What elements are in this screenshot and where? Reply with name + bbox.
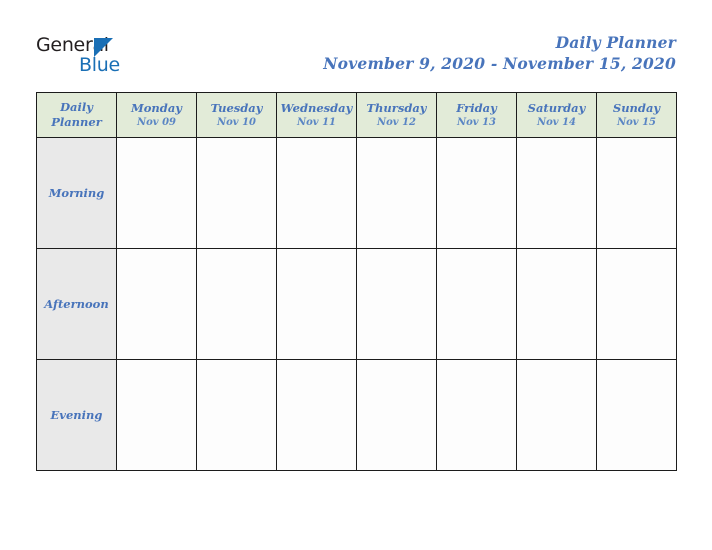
slot-label-evening: Evening: [36, 359, 117, 471]
day-name: Saturday: [527, 100, 586, 115]
slot-cell-morning-thursday[interactable]: [356, 137, 437, 249]
day-name: Sunday: [612, 100, 661, 115]
slot-cell-morning-saturday[interactable]: [516, 137, 597, 249]
slot-cell-afternoon-friday[interactable]: [436, 248, 517, 360]
table-header-row: Daily Planner Monday Nov 09 Tuesday Nov …: [36, 92, 677, 138]
day-header-wednesday: Wednesday Nov 11: [276, 92, 357, 138]
day-name: Thursday: [366, 100, 427, 115]
day-header-thursday: Thursday Nov 12: [356, 92, 437, 138]
day-date: Nov 11: [296, 116, 337, 128]
slot-cell-morning-monday[interactable]: [116, 137, 197, 249]
day-name: Tuesday: [210, 100, 263, 115]
slot-cell-afternoon-monday[interactable]: [116, 248, 197, 360]
day-header-saturday: Saturday Nov 14: [516, 92, 597, 138]
slot-cell-afternoon-sunday[interactable]: [596, 248, 677, 360]
slot-cell-afternoon-thursday[interactable]: [356, 248, 437, 360]
weekly-planner-table: Daily Planner Monday Nov 09 Tuesday Nov …: [36, 92, 677, 471]
slot-cell-morning-tuesday[interactable]: [196, 137, 277, 249]
table-row-morning: Morning: [36, 137, 677, 249]
day-name: Friday: [456, 100, 497, 115]
title-block: Daily Planner November 9, 2020 - Novembe…: [323, 32, 676, 74]
day-date: Nov 13: [456, 116, 497, 128]
day-date: Nov 09: [136, 116, 177, 128]
page-title: Daily Planner: [555, 33, 676, 52]
slot-cell-morning-wednesday[interactable]: [276, 137, 357, 249]
slot-cell-afternoon-wednesday[interactable]: [276, 248, 357, 360]
table-corner-cell: Daily Planner: [36, 92, 117, 138]
day-header-tuesday: Tuesday Nov 10: [196, 92, 277, 138]
slot-cell-afternoon-tuesday[interactable]: [196, 248, 277, 360]
slot-cell-evening-friday[interactable]: [436, 359, 517, 471]
page-header: General Blue Daily Planner November 9, 2…: [0, 0, 712, 88]
day-name: Wednesday: [280, 100, 353, 115]
slot-cell-morning-friday[interactable]: [436, 137, 517, 249]
day-date: Nov 15: [616, 116, 657, 128]
day-date: Nov 12: [376, 116, 417, 128]
slot-cell-evening-monday[interactable]: [116, 359, 197, 471]
day-date: Nov 10: [216, 116, 257, 128]
date-range: November 9, 2020 - November 15, 2020: [323, 54, 676, 73]
general-blue-logo: General Blue: [36, 36, 216, 80]
table-row-afternoon: Afternoon: [36, 248, 677, 360]
slot-cell-afternoon-saturday[interactable]: [516, 248, 597, 360]
slot-cell-evening-wednesday[interactable]: [276, 359, 357, 471]
logo-text-blue: Blue: [79, 54, 120, 76]
slot-cell-evening-tuesday[interactable]: [196, 359, 277, 471]
slot-label-afternoon: Afternoon: [36, 248, 117, 360]
day-name: Monday: [131, 100, 182, 115]
slot-cell-evening-sunday[interactable]: [596, 359, 677, 471]
slot-cell-evening-thursday[interactable]: [356, 359, 437, 471]
corner-label-line2: Planner: [51, 115, 102, 129]
day-header-sunday: Sunday Nov 15: [596, 92, 677, 138]
slot-label-morning: Morning: [36, 137, 117, 249]
day-header-friday: Friday Nov 13: [436, 92, 517, 138]
slot-cell-morning-sunday[interactable]: [596, 137, 677, 249]
day-header-monday: Monday Nov 09: [116, 92, 197, 138]
corner-label-line1: Daily: [60, 100, 93, 114]
slot-cell-evening-saturday[interactable]: [516, 359, 597, 471]
table-row-evening: Evening: [36, 359, 677, 471]
day-date: Nov 14: [536, 116, 577, 128]
